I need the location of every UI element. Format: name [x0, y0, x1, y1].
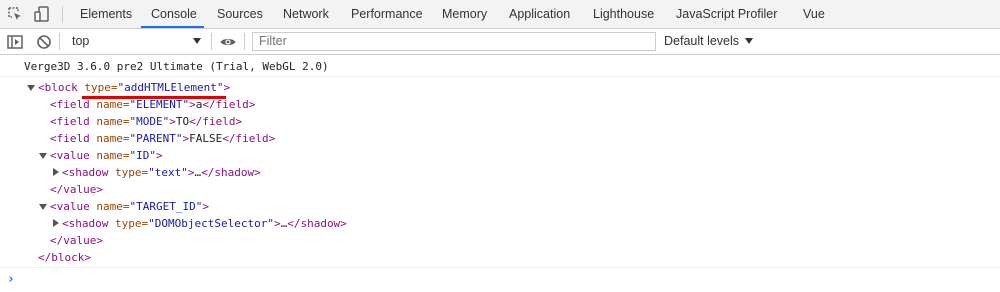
clear-console-icon[interactable]	[35, 33, 53, 51]
xml-shadow-text[interactable]: <shadow type="text">…</shadow>	[62, 164, 261, 181]
caret-down-icon	[745, 38, 754, 44]
divider	[244, 33, 245, 50]
tab-sources[interactable]: Sources	[217, 0, 263, 29]
expand-arrow-icon[interactable]	[39, 204, 47, 210]
console-toolbar: top Filter Default levels	[0, 29, 1000, 55]
expand-arrow-icon[interactable]	[27, 85, 35, 91]
collapse-arrow-icon[interactable]	[53, 168, 59, 176]
collapse-arrow-icon[interactable]	[53, 219, 59, 227]
divider	[62, 6, 63, 23]
xml-block-open[interactable]: <block type="addHTMLElement">	[38, 79, 230, 96]
tab-application[interactable]: Application	[509, 0, 570, 29]
divider	[211, 33, 212, 50]
tab-console[interactable]: Console	[151, 0, 197, 29]
xml-value-id-close: </value>	[50, 183, 103, 196]
xml-value-target-id[interactable]: <value name="TARGET_ID">	[50, 198, 209, 215]
xml-field-element[interactable]: <field name="ELEMENT">a</field>	[50, 96, 255, 113]
expand-arrow-icon[interactable]	[39, 153, 47, 159]
xml-block-close: </block>	[38, 251, 91, 264]
divider	[59, 33, 60, 50]
console-message: Verge3D 3.6.0 pre2 Ultimate (Trial, WebG…	[24, 60, 329, 73]
tab-memory[interactable]: Memory	[442, 0, 487, 29]
divider	[0, 267, 1000, 268]
xml-value-target-id-close: </value>	[50, 234, 103, 247]
active-tab-indicator	[141, 26, 204, 28]
tab-performance[interactable]: Performance	[351, 0, 423, 29]
context-select-value: top	[72, 34, 90, 48]
xml-field-parent[interactable]: <field name="PARENT">FALSE</field>	[50, 130, 275, 147]
tab-network[interactable]: Network	[283, 0, 329, 29]
tab-lighthouse[interactable]: Lighthouse	[593, 0, 654, 29]
console-output: Verge3D 3.6.0 pre2 Ultimate (Trial, WebG…	[0, 55, 1000, 292]
log-levels-label: Default levels	[664, 34, 740, 48]
tab-javascript-profiler[interactable]: JavaScript Profiler	[676, 0, 777, 29]
xml-shadow-dom-selector[interactable]: <shadow type="DOMObjectSelector">…</shad…	[62, 215, 347, 232]
sidebar-toggle-icon[interactable]	[6, 33, 24, 51]
eye-icon[interactable]	[219, 33, 237, 51]
context-select[interactable]: top	[64, 31, 209, 51]
divider	[0, 76, 1000, 77]
devtools-tabbar: Elements Console Sources Network Perform…	[0, 0, 1000, 29]
caret-down-icon	[193, 38, 201, 44]
xml-field-mode[interactable]: <field name="MODE">TO</field>	[50, 113, 242, 130]
tab-elements[interactable]: Elements	[80, 0, 132, 29]
tab-vue[interactable]: Vue	[803, 0, 825, 29]
filter-input[interactable]: Filter	[252, 32, 656, 51]
console-prompt-icon[interactable]: ›	[7, 272, 15, 287]
filter-placeholder: Filter	[259, 34, 287, 48]
log-levels-dropdown[interactable]: Default levels	[664, 31, 754, 51]
device-toolbar-icon[interactable]	[33, 5, 51, 23]
xml-value-id[interactable]: <value name="ID">	[50, 147, 163, 164]
inspect-element-icon[interactable]	[6, 5, 24, 23]
